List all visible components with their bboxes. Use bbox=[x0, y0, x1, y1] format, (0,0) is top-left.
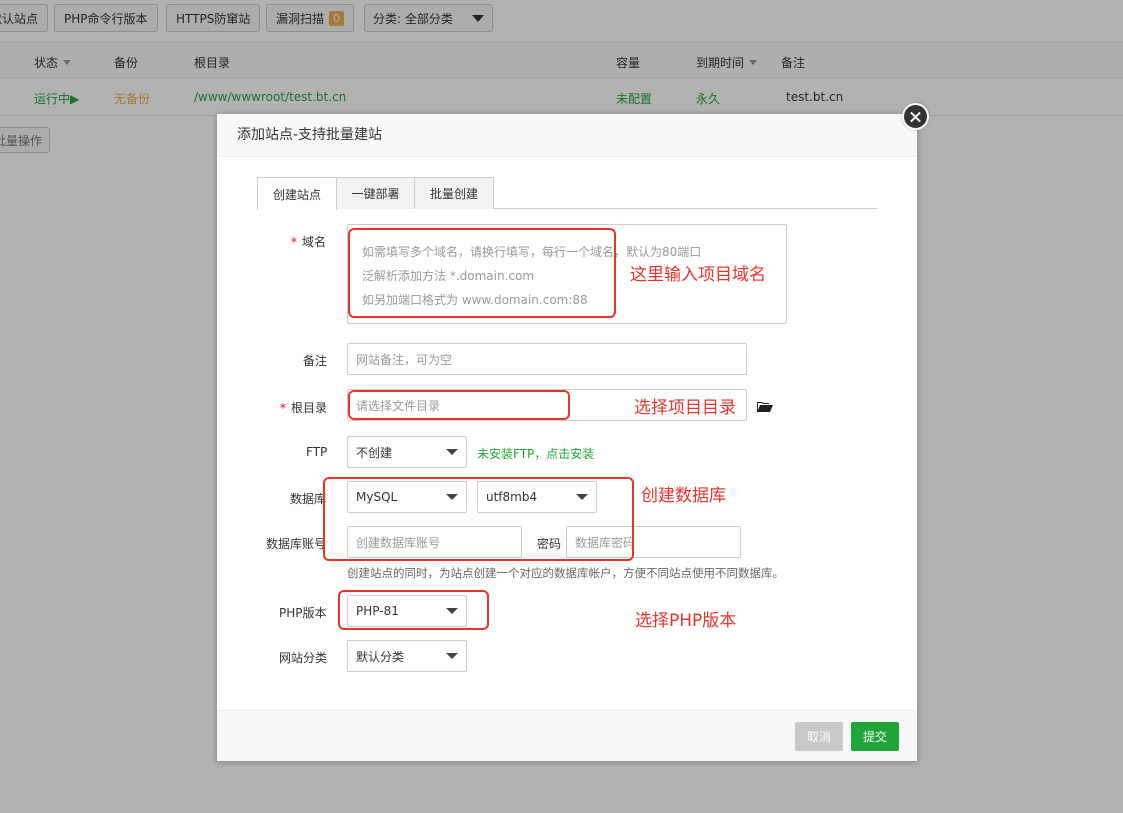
tab-create-site[interactable]: 创建站点 bbox=[257, 177, 337, 210]
chevron-down-icon bbox=[446, 608, 458, 614]
db-account-hint: 创建站点的同时，为站点创建一个对应的数据库帐户，方便不同站点使用不同数据库。 bbox=[347, 566, 784, 580]
php-version-value: PHP-81 bbox=[356, 604, 399, 618]
chevron-down-icon bbox=[446, 653, 458, 659]
tab-one-click-deploy[interactable]: 一键部署 bbox=[336, 177, 415, 209]
submit-button[interactable]: 提交 bbox=[851, 722, 899, 751]
domain-placeholder-line3: 如另加端口格式为 www.domain.com:88 bbox=[362, 293, 588, 307]
database-type-value: MySQL bbox=[356, 490, 398, 504]
dialog-title: 添加站点-支持批量建站 bbox=[217, 114, 917, 157]
chevron-down-icon bbox=[576, 494, 588, 500]
annotation-text-database: 创建数据库 bbox=[641, 486, 726, 506]
tab-batch-create[interactable]: 批量创建 bbox=[414, 177, 494, 209]
chevron-down-icon bbox=[446, 449, 458, 455]
db-account-input[interactable]: 创建数据库账号 bbox=[347, 526, 522, 558]
root-dir-label: * 根目录 bbox=[280, 399, 327, 416]
site-category-label: 网站分类 bbox=[279, 651, 328, 665]
required-mark: * bbox=[280, 401, 286, 415]
annotation-text-php: 选择PHP版本 bbox=[635, 611, 737, 631]
site-category-select[interactable]: 默认分类 bbox=[347, 640, 467, 672]
close-icon[interactable] bbox=[902, 103, 929, 130]
note-label: 备注 bbox=[303, 354, 328, 368]
site-category-value: 默认分类 bbox=[356, 649, 405, 664]
folder-open-icon[interactable] bbox=[757, 401, 773, 413]
db-password-input[interactable]: 数据库密码 bbox=[566, 526, 741, 558]
db-account-label: 数据库账号 bbox=[266, 537, 327, 551]
ftp-label: FTP bbox=[306, 445, 328, 459]
database-label: 数据库 bbox=[290, 492, 327, 506]
db-password-label: 密码 bbox=[537, 537, 562, 551]
root-dir-label-text: 根目录 bbox=[291, 401, 328, 415]
dialog-footer: 取消 提交 bbox=[217, 710, 917, 761]
annotation-text-root: 选择项目目录 bbox=[634, 398, 736, 418]
note-input[interactable]: 网站备注，可为空 bbox=[347, 343, 747, 375]
database-charset-select[interactable]: utf8mb4 bbox=[477, 481, 597, 513]
domain-label: * 域名 bbox=[291, 233, 326, 250]
ftp-select[interactable]: 不创建 bbox=[347, 436, 467, 468]
dialog-tabs: 创建站点 一键部署 批量创建 bbox=[257, 177, 877, 210]
add-site-dialog: 添加站点-支持批量建站 创建站点 一键部署 批量创建 * 域名 如需填写多个域名，… bbox=[217, 114, 917, 761]
required-mark: * bbox=[291, 235, 297, 249]
annotation-text-domain: 这里输入项目域名 bbox=[630, 265, 766, 285]
database-charset-value: utf8mb4 bbox=[486, 490, 538, 504]
ftp-select-value: 不创建 bbox=[356, 445, 393, 460]
database-type-select[interactable]: MySQL bbox=[347, 481, 467, 513]
chevron-down-icon bbox=[446, 494, 458, 500]
php-version-label: PHP版本 bbox=[279, 606, 327, 620]
cancel-button[interactable]: 取消 bbox=[795, 722, 843, 751]
domain-label-text: 域名 bbox=[302, 235, 327, 249]
php-version-select[interactable]: PHP-81 bbox=[347, 595, 467, 627]
install-ftp-link[interactable]: 未安装FTP，点击安装 bbox=[477, 445, 594, 462]
